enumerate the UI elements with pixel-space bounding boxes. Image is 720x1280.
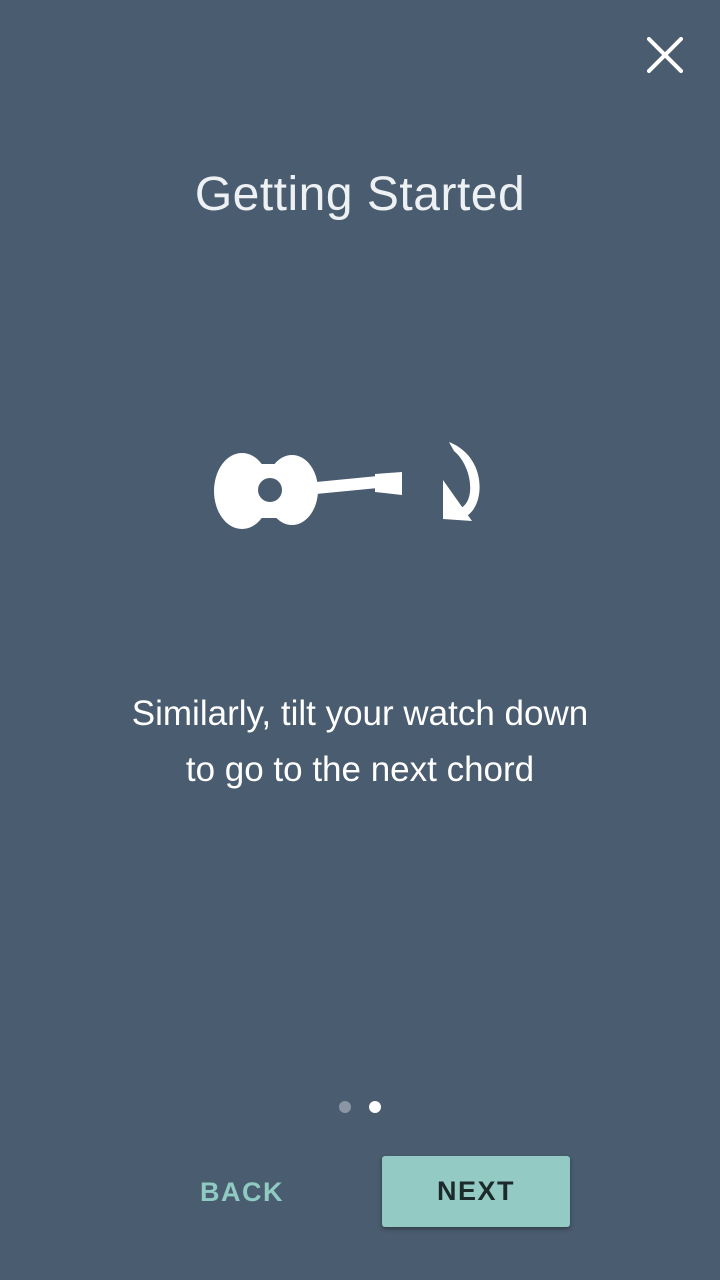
instruction-text: Similarly, tilt your watch down to go to… [131, 694, 589, 789]
close-button[interactable] [635, 25, 695, 85]
close-icon [647, 37, 683, 73]
back-button[interactable]: BACK [182, 1158, 302, 1226]
tilt-illustration [200, 430, 500, 540]
page-indicator [0, 1101, 720, 1115]
page-title: Getting Started [194, 168, 526, 221]
onboarding-screen: Getting Started Similarly, tilt your wat… [0, 0, 720, 1280]
page-dot-2-active [369, 1101, 381, 1113]
rotate-clockwise-arrow-icon [443, 442, 480, 521]
next-button[interactable]: NEXT [382, 1156, 570, 1227]
guitar-icon [214, 453, 402, 529]
page-dot-1 [339, 1101, 351, 1113]
